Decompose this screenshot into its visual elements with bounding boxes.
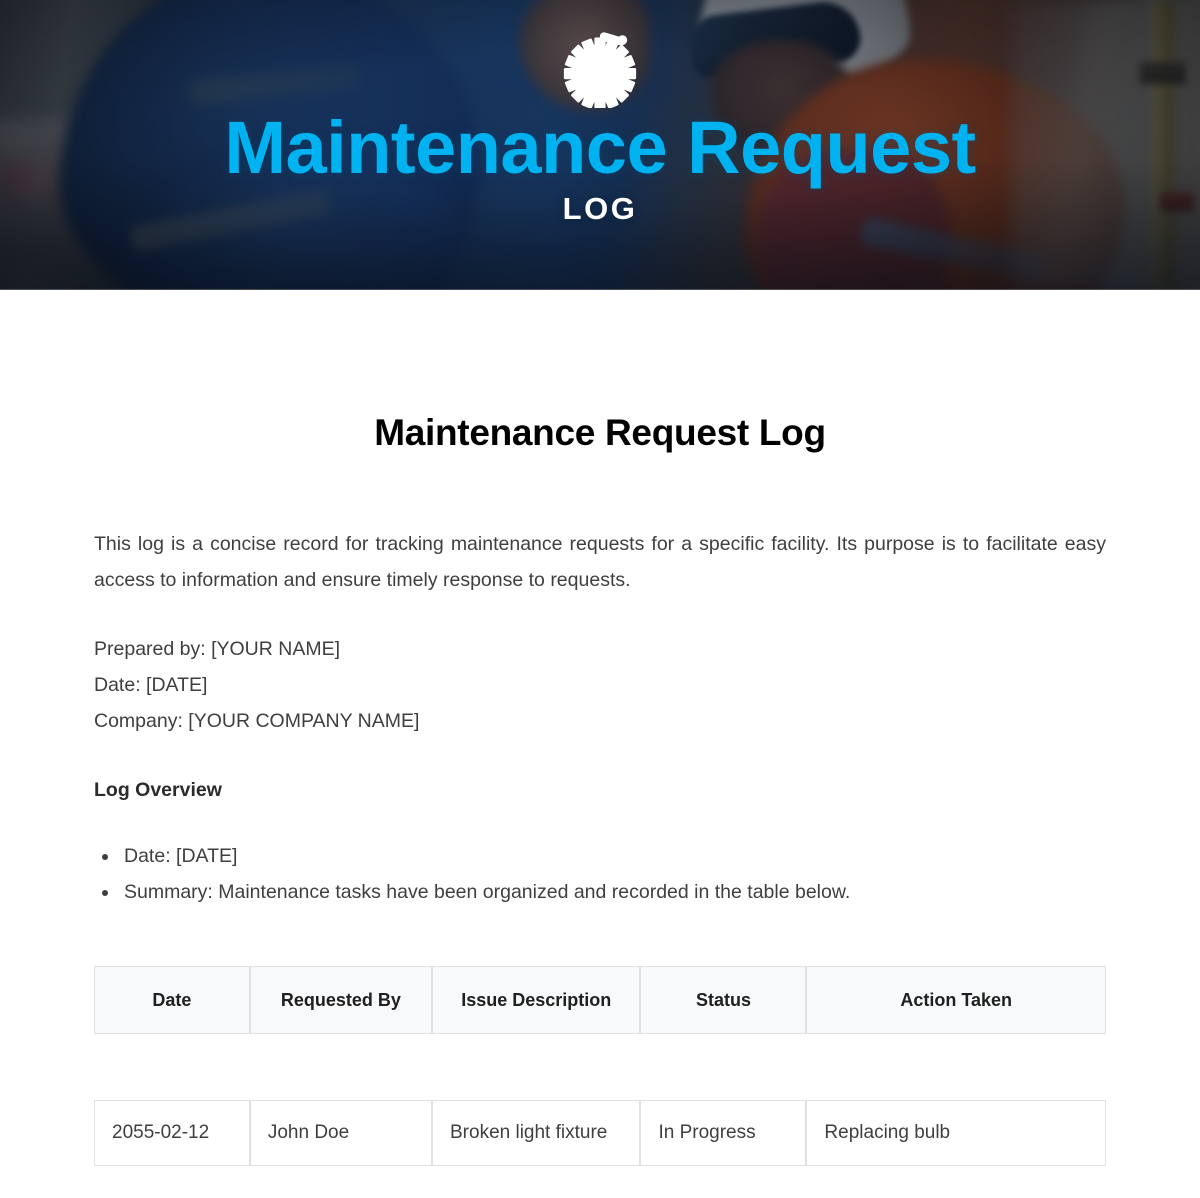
banner-title: Maintenance Request (224, 106, 976, 189)
prepared-by-line: Prepared by: [YOUR NAME] (94, 638, 340, 660)
banner-subtitle: LOG (562, 191, 638, 227)
company-line: Company: [YOUR COMPANY NAME] (94, 710, 420, 732)
banner-content: Maintenance Request LOG (0, 0, 1200, 224)
log-overview-heading: Log Overview (94, 779, 222, 801)
list-item: Summary: Maintenance tasks have been org… (120, 874, 1106, 910)
cell-requested-by: John Doe (249, 1100, 432, 1166)
table-spacer-row (94, 1034, 1106, 1100)
table-header-row: Date Requested By Issue Description Stat… (94, 966, 1106, 1034)
banner-bottom-rule (0, 289, 1200, 290)
table-row: 2055-02-12 John Doe Broken light fixture… (94, 1100, 1106, 1166)
log-overview-list: Date: [DATE] Summary: Maintenance tasks … (94, 804, 1106, 910)
list-item: Date: [DATE] (120, 838, 1106, 874)
column-header-requested-by: Requested By (249, 966, 432, 1034)
intro-paragraph: This log is a concise record for trackin… (94, 533, 1106, 591)
cell-action: Replacing bulb (806, 1100, 1106, 1166)
date-line: Date: [DATE] (94, 674, 208, 696)
column-header-issue-description: Issue Description (432, 966, 641, 1034)
page-banner: Maintenance Request LOG (0, 0, 1200, 290)
document-body: Maintenance Request Log This log is a co… (0, 290, 1200, 1166)
gear-valve-icon (563, 32, 637, 108)
table-body: 2055-02-12 John Doe Broken light fixture… (94, 1034, 1106, 1166)
cell-date: 2055-02-12 (94, 1100, 250, 1166)
maintenance-request-table: Date Requested By Issue Description Stat… (94, 966, 1106, 1166)
column-header-date: Date (94, 966, 250, 1034)
page-title: Maintenance Request Log (374, 412, 826, 453)
column-header-action-taken: Action Taken (806, 966, 1106, 1034)
cell-issue: Broken light fixture (432, 1100, 641, 1166)
column-header-status: Status (640, 966, 807, 1034)
table-header: Date Requested By Issue Description Stat… (94, 966, 1106, 1034)
cell-status: In Progress (640, 1100, 807, 1166)
document-meta: Prepared by: [YOUR NAME] Date: [DATE] Co… (94, 598, 1106, 739)
